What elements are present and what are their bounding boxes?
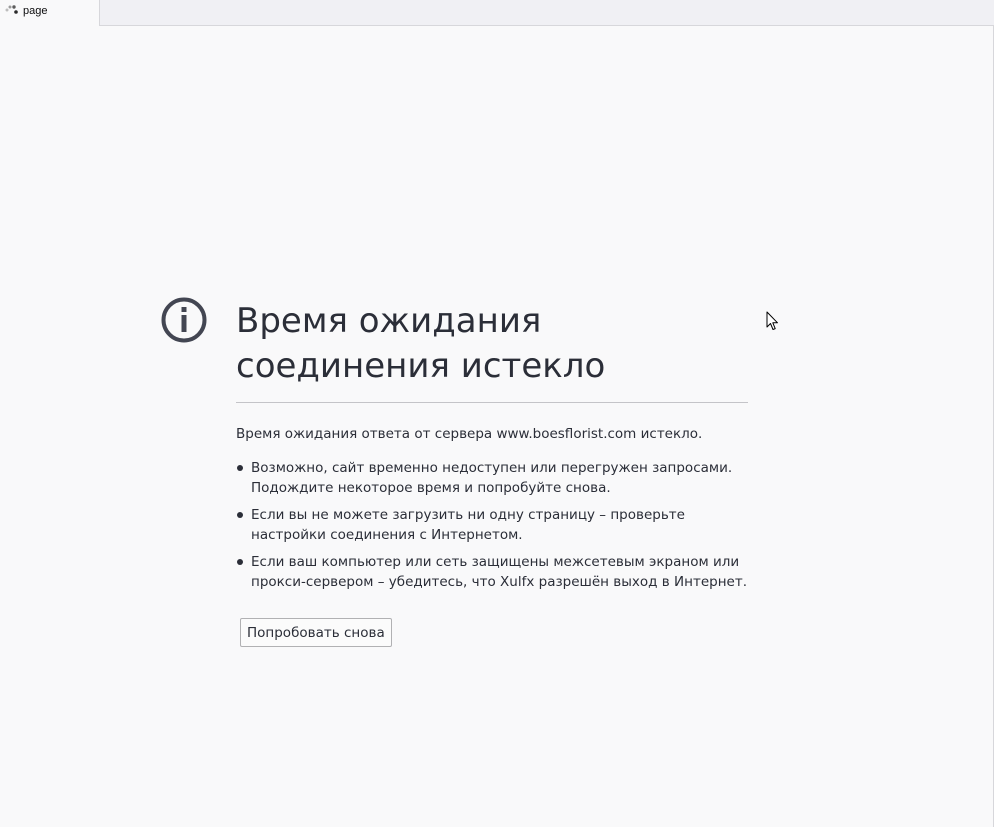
error-description: Время ожидания ответа от сервера www.boe…: [236, 426, 703, 442]
list-item-line: Подождите некоторое время и попробуйте с…: [251, 480, 611, 496]
list-item-line: прокси-сервером – убедитесь, что Xulfx р…: [251, 574, 747, 590]
list-item-line: Возможно, сайт временно недоступен или п…: [251, 460, 733, 476]
try-again-button[interactable]: Попробовать снова: [240, 618, 392, 647]
loading-spinner-icon: [5, 5, 18, 14]
list-item: Если вы не можете загрузить ни одну стра…: [236, 505, 756, 545]
tab-label: page: [23, 5, 48, 17]
list-item-line: настройки соединения с Интернетом.: [251, 527, 523, 543]
list-item: Если ваш компьютер или сеть защищены меж…: [236, 552, 756, 592]
list-item-line: Если ваш компьютер или сеть защищены меж…: [251, 554, 740, 570]
list-item: Возможно, сайт временно недоступен или п…: [236, 458, 756, 498]
suggestions-list: Возможно, сайт временно недоступен или п…: [236, 458, 756, 599]
info-icon: [161, 297, 207, 343]
page-title: Время ожидания соединения истекло: [236, 301, 606, 386]
list-item-line: Если вы не можете загрузить ни одну стра…: [251, 507, 685, 523]
tab-page[interactable]: page: [0, 0, 100, 26]
title-divider: [236, 402, 748, 403]
tab-bar: page: [0, 0, 994, 26]
mouse-cursor-icon: [766, 311, 778, 330]
